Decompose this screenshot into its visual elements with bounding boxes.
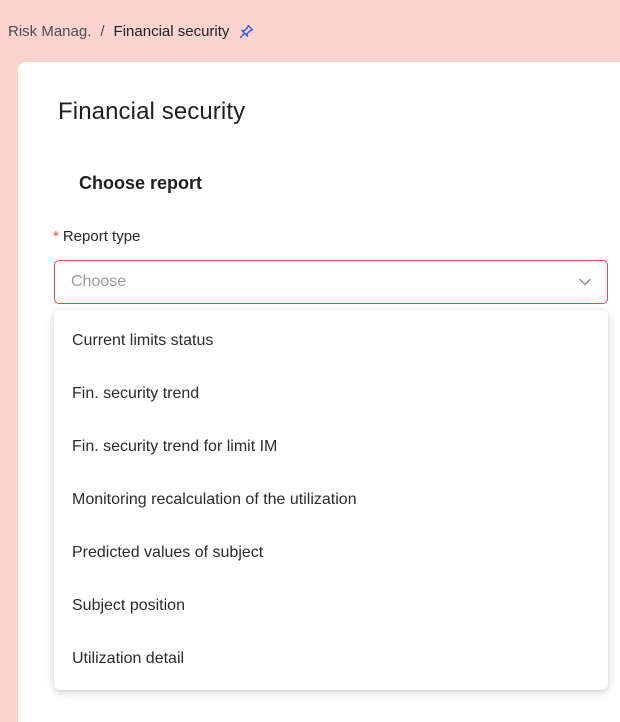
- content-card: Financial security Choose report * Report…: [18, 62, 620, 722]
- page-title: Financial security: [58, 98, 246, 125]
- dropdown-option-current-limits-status[interactable]: Current limits status: [54, 314, 608, 367]
- report-type-placeholder: Choose: [71, 273, 127, 290]
- dropdown-option-monitoring-recalculation[interactable]: Monitoring recalculation of the utilizat…: [54, 473, 608, 526]
- dropdown-option-fin-security-trend-limit-im[interactable]: Fin. security trend for limit IM: [54, 420, 608, 473]
- dropdown-option-utilization-detail[interactable]: Utilization detail: [54, 632, 608, 685]
- required-marker: *: [53, 228, 59, 245]
- breadcrumb-link-risk-management[interactable]: Risk Manag.: [8, 23, 91, 40]
- section-title: Choose report: [79, 173, 203, 193]
- report-type-dropdown: Current limits status Fin. security tren…: [54, 310, 608, 690]
- breadcrumb: Risk Manag. / Financial security: [8, 19, 255, 43]
- pin-icon[interactable]: [237, 22, 255, 40]
- report-type-select[interactable]: Choose: [54, 260, 608, 304]
- report-type-label: * Report type: [53, 228, 140, 245]
- breadcrumb-separator: /: [100, 22, 105, 40]
- chevron-down-icon[interactable]: [577, 274, 593, 290]
- dropdown-option-subject-position[interactable]: Subject position: [54, 579, 608, 632]
- dropdown-option-predicted-values[interactable]: Predicted values of subject: [54, 526, 608, 579]
- breadcrumb-current: Financial security: [113, 22, 230, 40]
- dropdown-option-fin-security-trend[interactable]: Fin. security trend: [54, 367, 608, 420]
- report-type-label-text: Report type: [62, 228, 141, 245]
